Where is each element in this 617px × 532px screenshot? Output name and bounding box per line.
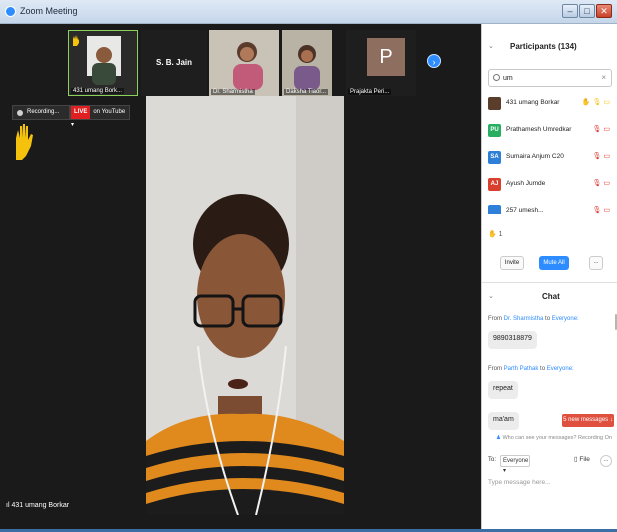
- maximize-button[interactable]: □: [579, 4, 595, 18]
- new-messages-button[interactable]: 5 new messages ↓: [562, 414, 614, 427]
- participant-row[interactable]: AJ Ayush Jumde 🎙 ▭: [482, 175, 617, 195]
- avatar: AJ: [488, 178, 501, 191]
- zoom-logo-icon: [5, 6, 16, 17]
- thumbnail-name: 431 umang Bork...: [71, 88, 125, 94]
- zoom-window: Zoom Meeting – □ ✕ 431 umang Bork... S. …: [0, 0, 617, 532]
- search-input[interactable]: [503, 72, 593, 84]
- recording-icon: [17, 110, 23, 116]
- avatar: [488, 97, 501, 110]
- chat-message-input[interactable]: [488, 475, 612, 489]
- chat-message: 9890318879: [488, 331, 537, 349]
- participant-status-icons: 🎙 ▭: [592, 207, 610, 214]
- chat-more-button[interactable]: ...: [600, 455, 612, 467]
- chat-sender-line: From Dr. Sharmistha to Everyone:: [488, 316, 579, 322]
- chat-title: Chat: [542, 292, 560, 301]
- thumbnail-name: S. B. Jain: [155, 58, 192, 67]
- invite-button[interactable]: Invite: [500, 256, 524, 270]
- to-label: To:: [488, 457, 497, 463]
- thumbnail-name: Prajakta Peri...: [348, 89, 392, 95]
- avatar: P: [367, 38, 405, 76]
- participant-video: [282, 30, 332, 96]
- video-thumbnail[interactable]: S. B. Jain: [141, 30, 207, 96]
- file-button[interactable]: ▯ File: [574, 455, 590, 463]
- title-bar: Zoom Meeting – □ ✕: [0, 0, 617, 24]
- chat-message: ma'am: [488, 412, 519, 430]
- recording-label: Recording...: [27, 109, 60, 115]
- video-thumbnail[interactable]: P Prajakta Peri...: [346, 30, 416, 96]
- participant-search[interactable]: ×: [488, 69, 612, 87]
- chevron-down-icon[interactable]: ⌄: [488, 42, 494, 50]
- live-badge: LIVE: [71, 106, 91, 119]
- chevron-down-icon[interactable]: ⌄: [488, 292, 494, 300]
- participant-name: Ayush Jumde: [506, 180, 546, 187]
- participant-status-icons: 🎙 ▭: [592, 153, 610, 160]
- thumbnail-name: Dr. Sharmistha: [211, 89, 255, 95]
- mute-all-button[interactable]: Mute All: [539, 256, 569, 270]
- participants-header: ⌄ Participants (134): [482, 24, 617, 54]
- thumbnail-name: Daksha Tiaor...: [284, 89, 329, 95]
- participant-row[interactable]: PU Prathamesh Umredkar 🎙 ▭: [482, 121, 617, 141]
- meeting-area: 431 umang Bork... S. B. Jain Dr. Sharmis…: [0, 24, 481, 532]
- participant-name: 257 umesh...: [506, 207, 544, 214]
- side-panel: ⌄ Participants (134) × 431 umang Borkar …: [481, 24, 617, 532]
- raised-hand-icon: ✋: [488, 231, 497, 238]
- chat-message: repeat: [488, 381, 518, 399]
- participant-row[interactable]: 431 umang Borkar ✋ 🎙 ▭: [482, 94, 617, 114]
- participant-video: [209, 30, 279, 96]
- participant-status-icons: 🎙 ▭: [592, 126, 610, 133]
- participants-title: Participants (134): [510, 42, 577, 51]
- avatar: [488, 205, 501, 214]
- raised-hand-icon: [73, 35, 79, 46]
- active-speaker-name: ıl 431 umang Borkar: [6, 502, 70, 509]
- recipient-select[interactable]: Everyone ▾: [500, 455, 530, 474]
- participant-row[interactable]: 257 umesh... 🎙 ▭: [482, 202, 617, 214]
- search-icon: [493, 74, 500, 81]
- participant-name: Prathamesh Umredkar: [506, 126, 572, 133]
- participant-row[interactable]: SA Sumaira Anjum C20 🎙 ▭: [482, 148, 617, 168]
- recording-indicator[interactable]: Recording...: [12, 105, 70, 120]
- more-options-button[interactable]: ...: [589, 256, 603, 270]
- raised-hands-count: ✋ 1: [488, 231, 503, 238]
- raised-hand-icon: [16, 124, 33, 160]
- participant-name: 431 umang Borkar: [506, 99, 560, 106]
- live-stream-button[interactable]: LIVE on YouTube ▾: [70, 105, 130, 128]
- clear-search-button[interactable]: ×: [601, 73, 606, 82]
- next-page-button[interactable]: ›: [427, 54, 441, 68]
- video-thumbnail[interactable]: Daksha Tiaor...: [282, 30, 332, 96]
- participant-name: Sumaira Anjum C20: [506, 153, 564, 160]
- avatar: PU: [488, 124, 501, 137]
- video-thumbnail[interactable]: 431 umang Bork...: [68, 30, 138, 96]
- video-thumbnail[interactable]: Dr. Sharmistha: [209, 30, 279, 96]
- participant-status-icons: 🎙 ▭: [592, 180, 610, 187]
- active-speaker-video: [146, 96, 344, 515]
- divider: [482, 282, 617, 283]
- window-title: Zoom Meeting: [20, 6, 78, 16]
- minimize-button[interactable]: –: [562, 4, 578, 18]
- avatar: SA: [488, 151, 501, 164]
- participant-status-icons: ✋ 🎙 ▭: [581, 99, 610, 106]
- close-button[interactable]: ✕: [596, 4, 612, 18]
- chat-sender-line: From Parth Pathak to Everyone:: [488, 366, 574, 372]
- speaker-video: [146, 96, 344, 515]
- recording-notice[interactable]: ♟ Who can see your messages? Recording O…: [496, 435, 612, 441]
